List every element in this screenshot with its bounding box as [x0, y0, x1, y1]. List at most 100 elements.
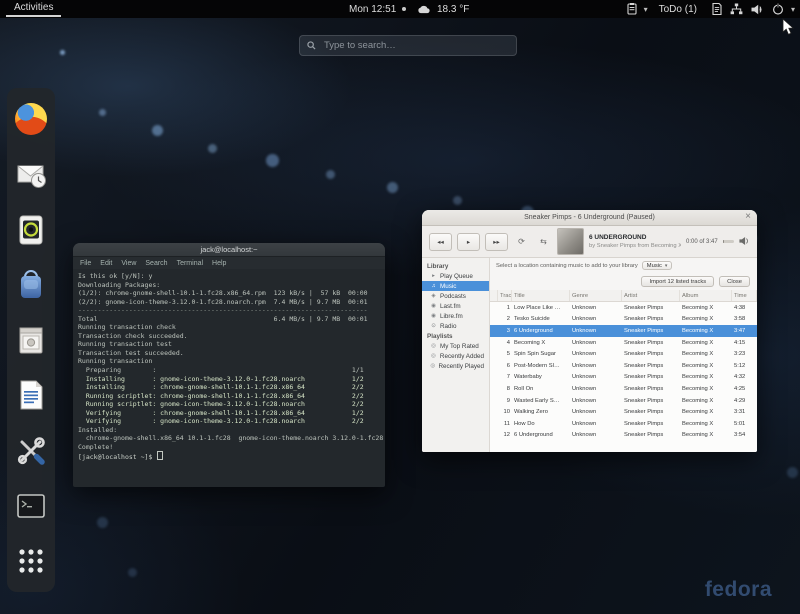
- time-cell: 3:23: [732, 351, 757, 357]
- column-header-track[interactable]: Track: [498, 290, 512, 301]
- terminal-menu-item[interactable]: Terminal: [177, 260, 203, 267]
- dock-item-writer[interactable]: [13, 377, 49, 413]
- todo-indicator[interactable]: ToDo (1): [659, 0, 697, 18]
- column-header-playing[interactable]: [490, 290, 498, 301]
- dock-item-files[interactable]: [13, 322, 49, 358]
- track-number-cell: 1: [498, 305, 512, 311]
- close-import-button[interactable]: Close: [719, 276, 750, 287]
- terminal-menu-item[interactable]: Edit: [100, 260, 112, 267]
- artist-cell: Sneaker Pimps: [622, 432, 680, 438]
- terminal-menu-item[interactable]: Help: [212, 260, 226, 267]
- dock-item-terminal[interactable]: [13, 488, 49, 524]
- album-art: [557, 228, 584, 255]
- sidebar-playlist-item[interactable]: ◎ Recently Added: [422, 351, 489, 361]
- sidebar-playlist-item[interactable]: ◎ Recently Played: [422, 361, 489, 371]
- column-header-time[interactable]: Time: [732, 290, 757, 301]
- appindicator-icon: [627, 3, 637, 15]
- weather-indicator[interactable]: 18.3 °F: [413, 0, 469, 18]
- track-row[interactable]: 3 6 Underground Unknown Sneaker Pimps Be…: [490, 325, 757, 337]
- track-number-cell: 6: [498, 363, 512, 369]
- source-icon: ⊙: [430, 323, 437, 329]
- appindicator-menu[interactable]: ▾: [623, 0, 648, 18]
- dock-item-firefox[interactable]: [13, 101, 49, 137]
- activities-button[interactable]: Activities: [6, 0, 61, 17]
- seek-fill: [723, 240, 724, 243]
- shuffle-button[interactable]: ⇆: [535, 235, 552, 248]
- volume-button[interactable]: [739, 233, 750, 251]
- repeat-button[interactable]: ⟳: [513, 235, 530, 248]
- system-menu[interactable]: ▾: [708, 0, 795, 18]
- terminal-line: Total 6.4 MB/s | 9.7 MB 00:01: [78, 315, 380, 324]
- seek-slider[interactable]: [723, 240, 734, 243]
- track-row[interactable]: 10 Walking Zero Unknown Sneaker Pimps Be…: [490, 406, 757, 418]
- album-cell: Becoming X: [680, 432, 732, 438]
- track-number-cell: 12: [498, 432, 512, 438]
- track-row[interactable]: 11 How Do Unknown Sneaker Pimps Becoming…: [490, 418, 757, 430]
- rhythmbox-titlebar[interactable]: Sneaker Pimps - 6 Underground (Paused) ×: [422, 210, 757, 226]
- track-row[interactable]: 5 Spin Spin Sugar Unknown Sneaker Pimps …: [490, 348, 757, 360]
- terminal-menu-item[interactable]: View: [121, 260, 136, 267]
- playlist-icon: ◎: [430, 363, 435, 369]
- import-tracks-button[interactable]: Import 12 listed tracks: [641, 276, 714, 287]
- previous-button[interactable]: ◂◂: [429, 233, 452, 251]
- playlist-label: Recently Added: [440, 353, 484, 360]
- terminal-line: Installing : chrome-gnome-shell-10.1-1.f…: [78, 383, 380, 392]
- sidebar-source-item[interactable]: ◉ Last.fm: [422, 301, 489, 311]
- dash-dock: [7, 88, 55, 592]
- terminal-line: ----------------------------------------…: [78, 306, 380, 315]
- genre-cell: Unknown: [570, 340, 622, 346]
- terminal-line: Installed:: [78, 426, 380, 435]
- dock-item-app-grid[interactable]: [13, 543, 49, 579]
- libreoffice-writer-icon: [14, 378, 48, 412]
- clock-menu[interactable]: Mon 12:51: [349, 0, 406, 18]
- search-input[interactable]: [322, 39, 509, 52]
- artist-cell: Sneaker Pimps: [622, 421, 680, 427]
- title-cell: 6 Underground: [512, 328, 570, 334]
- sidebar-source-item[interactable]: ◈ Podcasts: [422, 291, 489, 301]
- artist-cell: Sneaker Pimps: [622, 386, 680, 392]
- dock-item-software[interactable]: [13, 267, 49, 303]
- track-row[interactable]: 4 Becoming X Unknown Sneaker Pimps Becom…: [490, 337, 757, 349]
- track-row[interactable]: 6 Post-Modern Sl… Unknown Sneaker Pimps …: [490, 360, 757, 372]
- genre-cell: Unknown: [570, 328, 622, 334]
- location-value: Music: [647, 263, 662, 269]
- next-button[interactable]: ▸▸: [485, 233, 508, 251]
- rhythmbox-window[interactable]: Sneaker Pimps - 6 Underground (Paused) ×…: [422, 210, 757, 452]
- terminal-window[interactable]: jack@localhost:~ File Edit View Search Termi…: [73, 243, 385, 487]
- terminal-menu-item[interactable]: File: [80, 260, 91, 267]
- track-row[interactable]: 2 Tesko Suicide Unknown Sneaker Pimps Be…: [490, 314, 757, 326]
- terminal-menu-item[interactable]: Search: [145, 260, 167, 267]
- time-cell: 5:01: [732, 421, 757, 427]
- column-header-artist[interactable]: Artist: [622, 290, 680, 301]
- music-content: Select a location containing music to ad…: [490, 258, 757, 452]
- sidebar-source-item[interactable]: ◉ Libre.fm: [422, 311, 489, 321]
- track-row[interactable]: 7 Waterbaby Unknown Sneaker Pimps Becomi…: [490, 372, 757, 384]
- sidebar-source-item[interactable]: ♫ Music: [422, 281, 489, 291]
- column-header-genre[interactable]: Genre: [570, 290, 622, 301]
- now-playing-subtitle: by Sneaker Pimps from Becoming X: [589, 242, 681, 250]
- artist-cell: Sneaker Pimps: [622, 328, 680, 334]
- column-header-album[interactable]: Album: [680, 290, 732, 301]
- sidebar-source-item[interactable]: ▸ Play Queue: [422, 271, 489, 281]
- column-header-title[interactable]: Title: [512, 290, 570, 301]
- terminal-line: (2/2): gnome-icon-theme-3.12.0-1.fc28.no…: [78, 298, 380, 307]
- track-row[interactable]: 8 Roll On Unknown Sneaker Pimps Becoming…: [490, 383, 757, 395]
- track-row[interactable]: 9 Wasted Early S… Unknown Sneaker Pimps …: [490, 395, 757, 407]
- terminal-icon: [14, 489, 48, 523]
- dock-item-evolution[interactable]: [13, 156, 49, 192]
- album-cell: Becoming X: [680, 398, 732, 404]
- genre-cell: Unknown: [570, 351, 622, 357]
- close-icon[interactable]: ×: [745, 211, 751, 222]
- source-icon: ♫: [430, 283, 437, 289]
- location-combo[interactable]: Music ▾: [642, 261, 673, 270]
- dock-item-utilities[interactable]: [13, 433, 49, 469]
- track-row[interactable]: 12 6 Underground Unknown Sneaker Pimps B…: [490, 430, 757, 442]
- dock-item-rhythmbox[interactable]: [13, 212, 49, 248]
- terminal-titlebar[interactable]: jack@localhost:~: [73, 243, 385, 257]
- track-row[interactable]: 1 Low Place Like … Unknown Sneaker Pimps…: [490, 302, 757, 314]
- sidebar-playlist-item[interactable]: ◎ My Top Rated: [422, 341, 489, 351]
- sidebar-source-item[interactable]: ⊙ Radio: [422, 321, 489, 331]
- evolution-mail-icon: [14, 157, 48, 191]
- play-button[interactable]: ▸: [457, 233, 480, 251]
- overview-search[interactable]: [299, 35, 517, 56]
